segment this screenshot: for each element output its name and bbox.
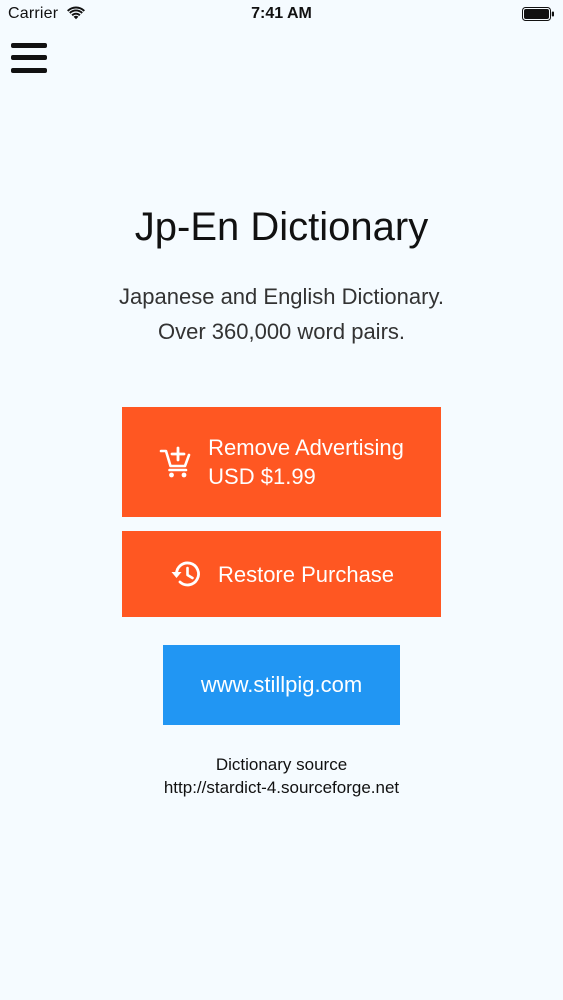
remove-advertising-label: Remove Advertising: [208, 435, 404, 460]
dictionary-source-url: http://stardict-4.sourceforge.net: [163, 778, 400, 797]
remove-advertising-text: Remove Advertising USD $1.99: [208, 433, 404, 491]
restore-purchase-label: Restore Purchase: [217, 561, 395, 587]
add-to-cart-icon: [159, 446, 191, 478]
battery-icon: [522, 7, 554, 21]
restore-purchase-button[interactable]: Restore Purchase: [122, 531, 441, 617]
dictionary-source-label: Dictionary source: [215, 755, 348, 774]
restore-history-icon: [171, 561, 200, 587]
remove-advertising-button[interactable]: Remove Advertising USD $1.99: [122, 407, 441, 517]
menu-bar-middle: [11, 55, 47, 60]
menu-bar-top: [11, 43, 47, 48]
page-title: Jp-En Dictionary: [134, 205, 429, 249]
status-bar: Carrier 7:41 AM: [0, 0, 563, 30]
subtitle-line-1: Japanese and English Dictionary.: [119, 284, 444, 309]
website-button[interactable]: www.stillpig.com: [163, 645, 400, 725]
subtitle-line-2: Over 360,000 word pairs.: [157, 319, 406, 344]
remove-advertising-price: USD $1.99: [208, 464, 316, 489]
clock: 7:41 AM: [251, 5, 312, 22]
hamburger-menu-icon[interactable]: [11, 43, 47, 75]
menu-bar-bottom: [11, 68, 47, 73]
